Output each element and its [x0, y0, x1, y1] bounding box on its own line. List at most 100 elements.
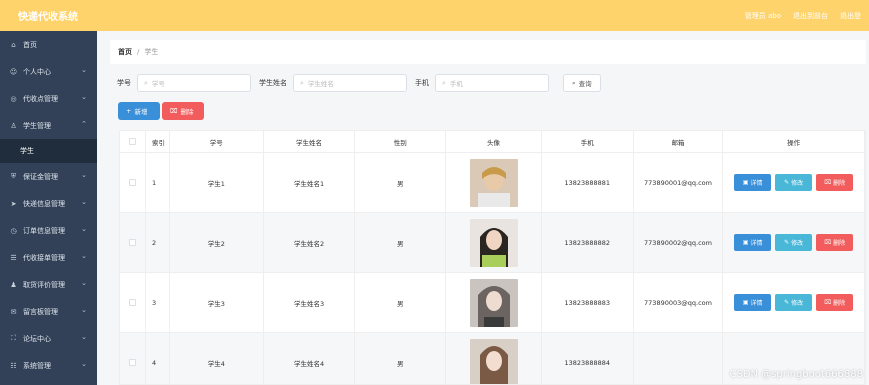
- action-bar: + 新增 ⌧ 删除: [118, 102, 204, 120]
- sidebar-item-label: 系统管理: [23, 361, 51, 370]
- chevron-down-icon: ⌄: [81, 360, 87, 368]
- sidebar-item-label: 个人中心: [23, 67, 51, 76]
- sidebar-item-label: 代收接单管理: [23, 253, 65, 262]
- student-name-input[interactable]: ⌕ 学生姓名: [293, 74, 407, 92]
- sidebar-item-pickup-points[interactable]: ◎ 代收点管理 ⌄: [0, 85, 97, 112]
- detail-icon: ▣: [742, 299, 749, 306]
- header-actions: 操作: [723, 131, 865, 152]
- row-checkbox[interactable]: [128, 239, 136, 246]
- search-icon: ⌕: [442, 78, 446, 87]
- rating-icon: ♟: [10, 280, 17, 289]
- breadcrumb-home[interactable]: 首页: [118, 47, 132, 57]
- avatar: [469, 158, 518, 207]
- sidebar-item-orders[interactable]: ◷ 订单信息管理 ⌄: [0, 217, 97, 244]
- query-button[interactable]: ⌕ 查询: [563, 74, 601, 92]
- sidebar: ⌂ 首页 ☺ 个人中心 ⌄ ◎ 代收点管理 ⌄ ♙ 学生管理 ⌃ 学生 ⛨ 保证金管理 ⌄ ➤ 快递…: [0, 31, 97, 385]
- back-to-front-link[interactable]: 退出到前台: [793, 11, 828, 21]
- forum-icon: ⛶: [11, 334, 16, 342]
- sidebar-item-label: 代收点管理: [23, 94, 58, 103]
- pencil-icon: ✎: [784, 239, 790, 246]
- chevron-down-icon: ⌄: [81, 198, 87, 206]
- sidebar-item-label: 学生: [20, 147, 34, 155]
- cell-gender: 男: [355, 333, 447, 384]
- cell-email: [634, 333, 724, 384]
- header-index: 索引: [146, 131, 170, 152]
- cell-name: 学生姓名1: [264, 153, 356, 212]
- detail-button[interactable]: ▣ 详情: [734, 174, 772, 191]
- table-row: 1 学生1 学生姓名1 男 13823888881 773890001@qq.c…: [120, 153, 865, 213]
- sidebar-subitem-student[interactable]: 学生: [0, 139, 97, 163]
- delete-button[interactable]: ⌧ 删除: [816, 174, 854, 191]
- chevron-down-icon: ⌄: [81, 93, 87, 101]
- student-id-label: 学号: [117, 79, 131, 87]
- sidebar-item-reviews[interactable]: ♟ 取货评价管理 ⌄: [0, 271, 97, 298]
- search-icon: ⌕: [300, 78, 304, 87]
- detail-icon: ▣: [742, 179, 749, 186]
- cell-index: 1: [146, 153, 170, 212]
- breadcrumb-separator: /: [137, 48, 140, 56]
- sidebar-item-label: 取货评价管理: [23, 280, 65, 289]
- row-checkbox[interactable]: [128, 179, 136, 186]
- pencil-icon: ✎: [784, 179, 790, 186]
- sidebar-item-messages[interactable]: ✉ 留言板管理 ⌄: [0, 298, 97, 325]
- sidebar-item-home[interactable]: ⌂ 首页: [0, 31, 97, 58]
- sidebar-item-receiving[interactable]: ☰ 代收接单管理 ⌄: [0, 244, 97, 271]
- phone-input[interactable]: ⌕ 手机: [435, 74, 549, 92]
- cell-phone: 13823888883: [542, 273, 634, 332]
- batch-delete-button[interactable]: ⌧ 删除: [162, 102, 204, 120]
- app-title: 快递代收系统: [18, 12, 78, 23]
- row-checkbox[interactable]: [128, 359, 136, 366]
- sidebar-item-system[interactable]: ☷ 系统管理 ⌄: [0, 352, 97, 379]
- user-icon: ☺: [9, 67, 18, 76]
- table-header: 索引 学号 学生姓名 性别 头像 手机 邮箱 操作: [120, 131, 865, 153]
- cell-student-id: 学生4: [170, 333, 264, 384]
- cell-email: 773890001@qq.com: [634, 153, 724, 212]
- main-content: 首页 / 学生 学号 ⌕ 学号 学生姓名 ⌕ 学生姓名 手机 ⌕ 手机 ⌕ 查询 + 新增…: [97, 31, 869, 385]
- avatar: [469, 278, 518, 327]
- avatar: [469, 218, 518, 267]
- message-icon: ✉: [10, 307, 17, 316]
- sidebar-item-deposit[interactable]: ⛨ 保证金管理 ⌄: [0, 163, 97, 190]
- select-all-checkbox-cell[interactable]: [120, 131, 146, 152]
- sidebar-item-profile[interactable]: ☺ 个人中心 ⌄: [0, 58, 97, 85]
- phone-label: 手机: [415, 79, 429, 87]
- cell-gender: 男: [355, 273, 447, 332]
- edit-button[interactable]: ✎ 修改: [775, 174, 813, 191]
- detail-button[interactable]: ▣ 详情: [734, 234, 772, 251]
- cell-gender: 男: [355, 153, 447, 212]
- top-bar: 快递代收系统 管理员 abo 退出到前台 退出登: [0, 0, 869, 31]
- cell-phone: 13823888881: [542, 153, 634, 212]
- delete-button[interactable]: ⌧ 删除: [816, 234, 854, 251]
- detail-button[interactable]: ▣ 详情: [734, 294, 772, 311]
- search-icon: ⌕: [144, 78, 148, 87]
- edit-button[interactable]: ✎ 修改: [775, 294, 813, 311]
- trash-icon: ⌧: [824, 239, 832, 246]
- cell-phone: 13823888884: [542, 333, 634, 384]
- trash-icon: ⌧: [824, 299, 832, 306]
- checkbox[interactable]: [128, 138, 136, 145]
- cell-index: 4: [146, 333, 170, 384]
- breadcrumb: 首页 / 学生: [110, 40, 866, 64]
- chevron-down-icon: ⌄: [81, 171, 87, 179]
- sidebar-item-students[interactable]: ♙ 学生管理 ⌃: [0, 112, 97, 139]
- sidebar-item-express[interactable]: ➤ 快递信息管理 ⌄: [0, 190, 97, 217]
- delete-button[interactable]: ⌧ 删除: [816, 294, 854, 311]
- row-checkbox[interactable]: [128, 299, 136, 306]
- chevron-down-icon: ⌄: [81, 66, 87, 74]
- cell-student-id: 学生1: [170, 153, 264, 212]
- sidebar-item-forum[interactable]: ⛶ 论坛中心 ⌄: [0, 325, 97, 352]
- logout-link[interactable]: 退出登: [840, 11, 861, 21]
- add-button[interactable]: + 新增: [118, 102, 160, 120]
- cell-index: 3: [146, 273, 170, 332]
- table-row: 3 学生3 学生姓名3 男 13823888883 773890003@qq.c…: [120, 273, 865, 333]
- cell-student-id: 学生3: [170, 273, 264, 332]
- student-id-input[interactable]: ⌕ 学号: [137, 74, 251, 92]
- location-icon: ◎: [10, 94, 17, 103]
- cell-gender: 男: [355, 213, 447, 272]
- cell-index: 2: [146, 213, 170, 272]
- sidebar-item-label: 学生管理: [23, 121, 51, 130]
- pencil-icon: ✎: [784, 299, 790, 306]
- edit-button[interactable]: ✎ 修改: [775, 234, 813, 251]
- breadcrumb-current: 学生: [144, 48, 159, 56]
- chevron-down-icon: ⌄: [81, 306, 87, 314]
